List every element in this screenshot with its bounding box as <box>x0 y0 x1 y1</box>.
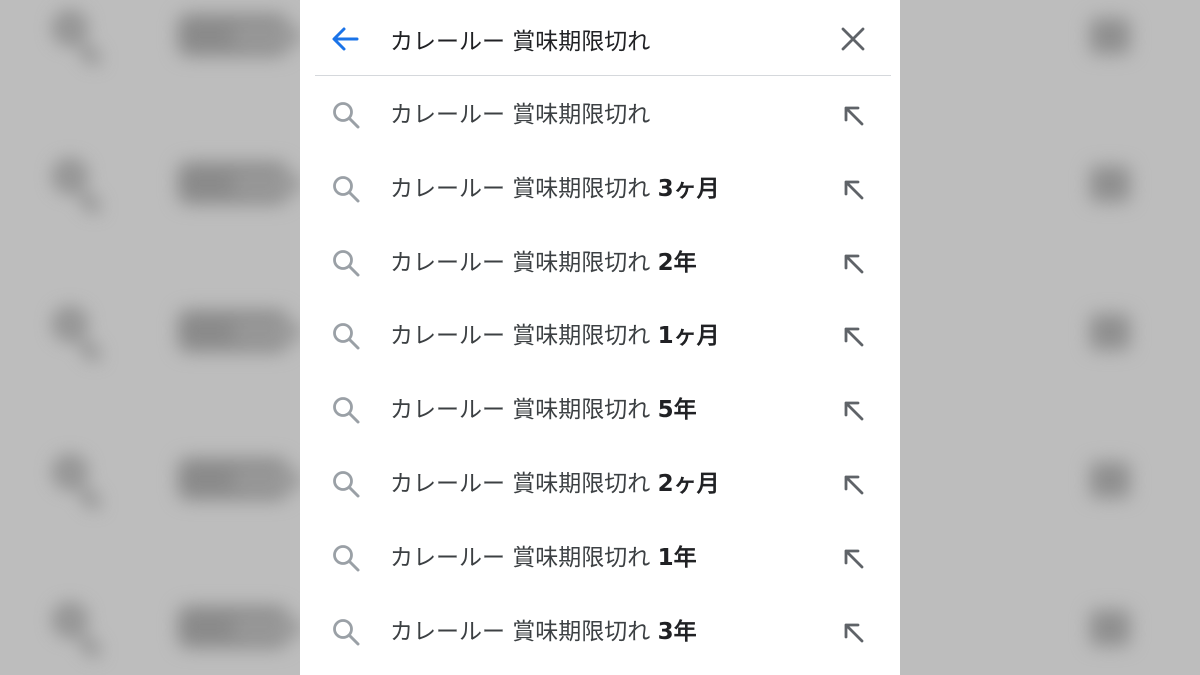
close-icon <box>841 27 865 51</box>
suggestion-prefix: カレールー 賞味期限切れ <box>390 470 651 497</box>
search-bar <box>300 0 900 76</box>
suggestion-item[interactable]: カレールー 賞味期限切れ 5年 <box>300 373 900 447</box>
suggestion-text: カレールー 賞味期限切れ 3ヶ月 <box>390 172 720 206</box>
search-icon <box>331 395 361 425</box>
suggestion-prefix: カレールー 賞味期限切れ <box>390 397 651 424</box>
suggestion-text: カレールー 賞味期限切れ 1ヶ月 <box>390 319 720 353</box>
suggestion-item[interactable]: カレールー 賞味期限切れ <box>300 78 900 152</box>
arrow-up-left-icon <box>844 623 864 642</box>
suggestion-prefix: カレールー 賞味期限切れ <box>390 323 651 350</box>
arrow-up-left-icon <box>844 254 864 273</box>
suggestion-item[interactable]: カレールー 賞味期限切れ 2年 <box>300 226 900 300</box>
suggestion-text: カレールー 賞味期限切れ <box>390 98 650 132</box>
arrow-up-left-icon <box>844 549 864 569</box>
fill-query-button[interactable] <box>838 469 868 499</box>
suggestion-suffix: 3年 <box>657 618 697 645</box>
search-icon <box>331 469 361 499</box>
suggestion-text: カレールー 賞味期限切れ 5年 <box>390 393 697 427</box>
suggestion-suffix: 2ヶ月 <box>657 470 720 497</box>
divider <box>315 75 891 76</box>
fill-query-button[interactable] <box>838 617 868 647</box>
fill-query-button[interactable] <box>838 321 868 351</box>
suggestion-suffix: 1年 <box>657 544 697 571</box>
suggestion-prefix: カレールー 賞味期限切れ <box>390 618 651 645</box>
search-icon <box>331 248 361 278</box>
suggestion-item[interactable]: カレールー 賞味期限切れ 3ヶ月 <box>300 152 900 226</box>
suggestion-item[interactable]: カレールー 賞味期限切れ 1年 <box>300 521 900 595</box>
clear-button[interactable] <box>838 24 868 54</box>
suggestion-text: カレールー 賞味期限切れ 1年 <box>390 541 697 575</box>
suggestion-suffix: 5年 <box>657 397 697 424</box>
fill-query-button[interactable] <box>838 100 868 130</box>
fill-query-button[interactable] <box>838 395 868 425</box>
arrow-up-left-icon <box>844 475 864 495</box>
search-icon <box>331 174 361 204</box>
suggestion-item[interactable]: カレールー 賞味期限切れ 2ヶ月 <box>300 447 900 521</box>
fill-query-button[interactable] <box>838 248 868 278</box>
suggestion-item[interactable]: カレールー 賞味期限切れ 1ヶ月 <box>300 299 900 373</box>
search-icon <box>331 543 361 573</box>
suggestion-prefix: カレールー 賞味期限切れ <box>390 544 651 571</box>
arrow-up-left-icon <box>844 327 864 347</box>
suggestion-prefix: カレールー 賞味期限切れ <box>390 102 651 128</box>
search-icon <box>331 321 361 351</box>
arrow-up-left-icon <box>844 180 864 200</box>
arrow-up-left-icon <box>844 106 864 126</box>
suggestion-text: カレールー 賞味期限切れ 2年 <box>390 246 697 280</box>
suggestion-suffix: 3ヶ月 <box>657 175 720 202</box>
suggestion-text: カレールー 賞味期限切れ 2ヶ月 <box>390 467 720 501</box>
arrow-up-left-icon <box>844 401 864 421</box>
suggestion-prefix: カレールー 賞味期限切れ <box>390 175 651 202</box>
search-input[interactable] <box>390 20 810 58</box>
suggestion-list: カレールー 賞味期限切れ カレールー 賞味期限切れ 3ヶ月 カレールー 賞味期限… <box>300 78 900 668</box>
search-icon <box>331 100 361 130</box>
fill-query-button[interactable] <box>838 543 868 573</box>
search-suggestion-panel: カレールー 賞味期限切れ カレールー 賞味期限切れ 3ヶ月 <box>300 0 900 675</box>
suggestion-suffix: 2年 <box>657 249 697 276</box>
suggestion-item[interactable]: カレールー 賞味期限切れ 3年 <box>300 595 900 669</box>
search-icon <box>331 617 361 647</box>
arrow-left-icon <box>332 27 359 51</box>
back-button[interactable] <box>328 22 362 56</box>
suggestion-suffix: 1ヶ月 <box>657 323 720 350</box>
fill-query-button[interactable] <box>838 174 868 204</box>
suggestion-prefix: カレールー 賞味期限切れ <box>390 249 651 276</box>
suggestion-text: カレールー 賞味期限切れ 3年 <box>390 615 697 649</box>
